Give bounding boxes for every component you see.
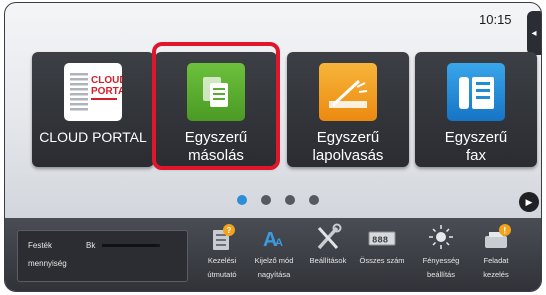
shortcut-label-line1: Beállítások (309, 256, 347, 265)
shortcut-operation-guide[interactable]: ? Kezelési útmutató (196, 222, 248, 288)
shortcut-settings[interactable]: Beállítások (302, 222, 354, 288)
shortcut-label-line2: kezelés (483, 270, 509, 279)
tile-label-line2: fax (465, 147, 486, 164)
settings-tools-icon (311, 222, 345, 252)
toner-label-line1: Festék (28, 241, 53, 250)
toner-bar-track (102, 244, 160, 247)
shortcut-label-line1: Fényesség (422, 256, 460, 265)
toner-color-label: Bk (86, 241, 96, 250)
page-dot-1[interactable] (237, 195, 247, 205)
page-dot-2[interactable] (261, 195, 271, 205)
svg-text:888: 888 (372, 236, 388, 246)
shortcut-display-zoom[interactable]: A A Kijelző mód nagyítása (248, 222, 300, 288)
svg-text:A: A (275, 237, 283, 249)
shortcut-label-line1: Kezelési (207, 256, 237, 265)
shortcut-label-line1: Kijelző mód (254, 256, 294, 265)
tile-easy-fax[interactable]: Egyszerű fax (415, 52, 537, 167)
operation-guide-icon: ? (205, 222, 239, 252)
tile-cloud-portal[interactable]: CLOUD PORTAL CLOUD PORTAL (32, 52, 154, 167)
svg-text:CLOUD: CLOUD (91, 75, 122, 86)
shortcut-label-line2: nagyítása (257, 270, 291, 279)
brightness-icon (424, 222, 458, 252)
tile-label-line1: Egyszerű (316, 129, 380, 146)
toner-label-line2: mennyiség (28, 259, 67, 268)
svg-text:PORTAL: PORTAL (91, 86, 122, 97)
shortcut-label-line1: Feladat (483, 256, 509, 265)
svg-text:!: ! (503, 226, 506, 236)
shortcut-total-count[interactable]: 888 Összes szám (356, 222, 408, 288)
svg-text:?: ? (227, 226, 232, 235)
tile-easy-scan[interactable]: Egyszerű lapolvasás (287, 52, 409, 167)
page-dot-3[interactable] (285, 195, 295, 205)
selection-highlight (152, 42, 280, 170)
arrow-left-icon: ◂ (531, 27, 537, 39)
tile-label: CLOUD PORTAL (39, 129, 147, 145)
cloud-portal-logo-icon: CLOUD PORTAL (64, 63, 131, 121)
toner-level-panel: Festék mennyiség Bk (17, 230, 188, 282)
shortcut-label-line2: beállítás (427, 270, 455, 279)
fax-icon (447, 63, 505, 121)
shortcut-brightness[interactable]: Fényesség beállítás (415, 222, 467, 288)
job-status-icon: ! (479, 222, 513, 252)
tile-label-line2: lapolvasás (312, 147, 384, 164)
display-mode-icon: A A (257, 222, 291, 252)
bottom-shortcut-bar: Festék mennyiség Bk ? Kezelési útmutató (5, 218, 541, 291)
shortcut-label-line2: útmutató (207, 270, 237, 279)
tile-label-line1: Egyszerű (444, 129, 508, 146)
toner-bar-fill (102, 244, 158, 247)
shortcut-job-status[interactable]: ! Feladat kezelés (470, 222, 522, 288)
clock: 10:15 (479, 12, 512, 27)
page-dot-4[interactable] (309, 195, 319, 205)
shortcut-label-line1: Összes szám (359, 256, 405, 265)
play-arrow-icon: ▶ (525, 196, 533, 207)
side-panel-tab[interactable]: ◂ (527, 11, 541, 55)
scanner-icon (319, 63, 377, 121)
total-count-icon: 888 (365, 222, 399, 252)
touch-panel-screen: 10:15 ◂ CLOUD PORTAL CLOUD PORTAL (4, 2, 542, 292)
page-indicator (237, 195, 319, 205)
next-page-button[interactable]: ▶ (519, 192, 539, 212)
